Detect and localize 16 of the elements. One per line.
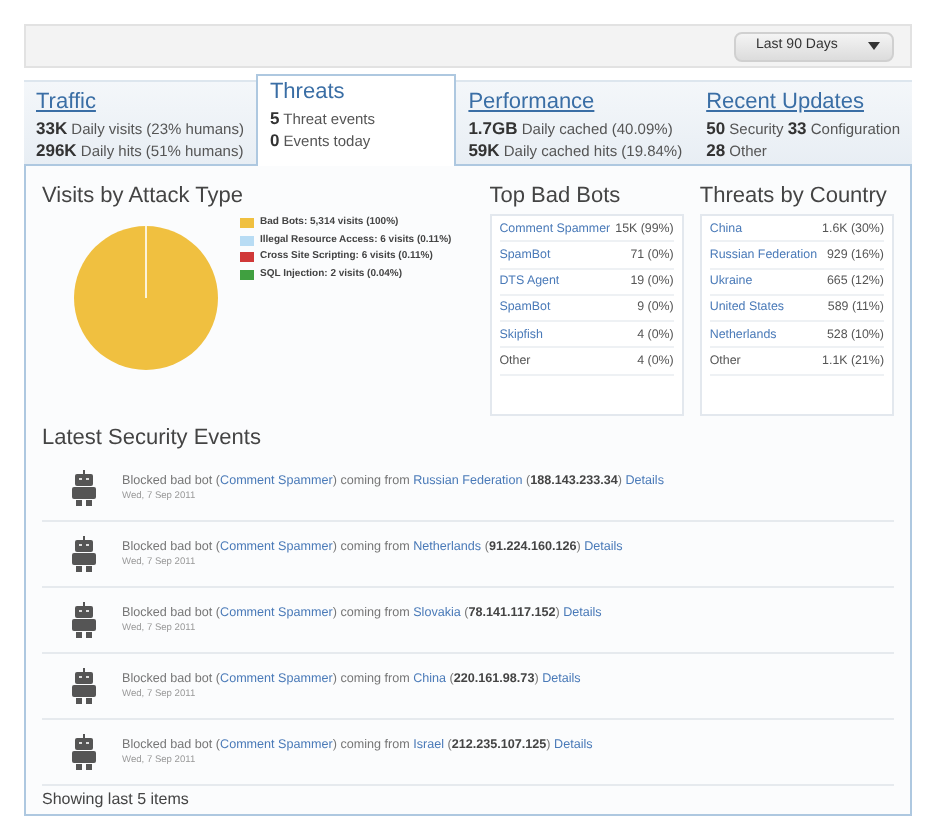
tab-title: Recent Updates: [706, 90, 866, 118]
tab-title: Traffic: [36, 90, 98, 118]
section-title: Threats by Country: [699, 186, 889, 208]
tab-title: Performance: [468, 90, 597, 118]
footer-text: Showing last 5 items: [42, 788, 191, 812]
robot-icon: [72, 536, 96, 572]
caret-icon: [868, 42, 880, 50]
tab-title: Threats: [269, 80, 347, 108]
pie-chart-drawing: [74, 226, 218, 370]
robot-icon: [72, 602, 96, 638]
section-title: Visits by Attack Type: [42, 186, 245, 208]
robot-icon: [72, 470, 96, 506]
section-title: Top Bad Bots: [489, 186, 623, 208]
robot-icon: [72, 734, 96, 770]
section-title: Latest Security Events: [42, 428, 263, 450]
robot-icon: [72, 668, 96, 704]
